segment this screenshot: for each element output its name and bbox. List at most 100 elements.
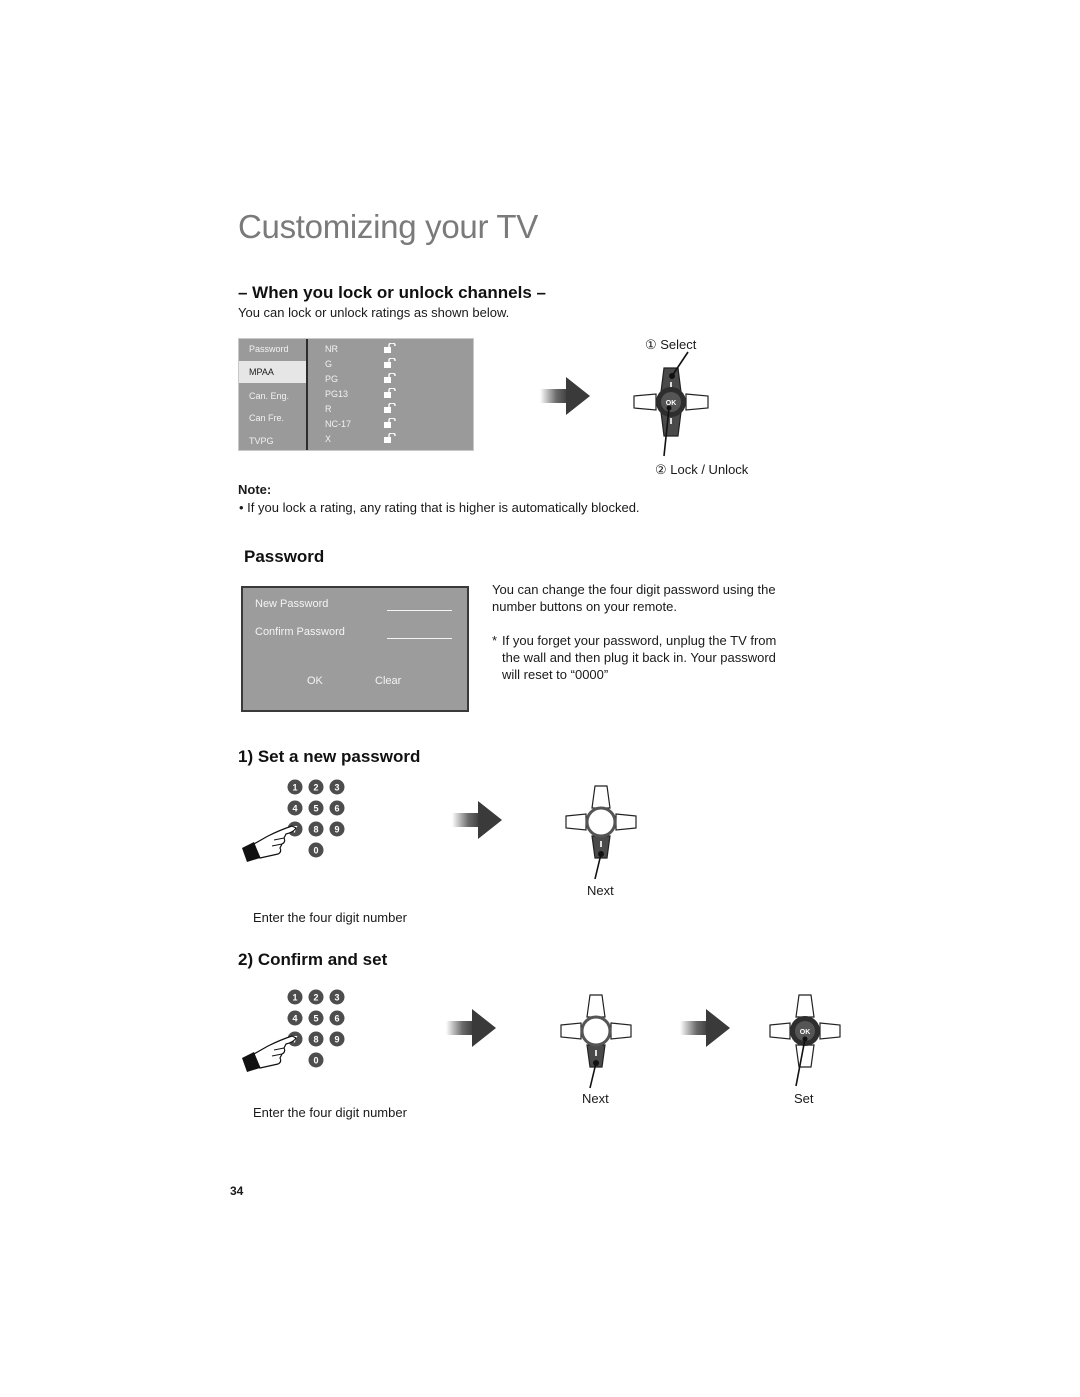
- password-footnote: If you forget your password, unplug the …: [502, 633, 777, 682]
- keypad-key-5[interactable]: 5: [308, 800, 324, 816]
- svg-text:9: 9: [334, 825, 339, 835]
- step1-keypad-caption: Enter the four digit number: [253, 910, 407, 925]
- keypad-svg: 1234567890: [242, 779, 345, 862]
- svg-text:6: 6: [334, 804, 339, 814]
- select-callout: ① Select: [645, 337, 697, 352]
- unlocked-padlock-icon[interactable]: [384, 403, 397, 413]
- right-arrow-icon: [446, 1009, 496, 1047]
- svg-text:6: 6: [334, 1014, 339, 1024]
- remote-dpad-icon: OK: [633, 351, 709, 457]
- svg-text:9: 9: [334, 1035, 339, 1045]
- keypad-key-3[interactable]: 3: [329, 989, 345, 1005]
- svg-text:2: 2: [313, 783, 318, 793]
- svg-text:0: 0: [313, 846, 318, 856]
- menu-divider: [306, 339, 308, 450]
- keypad-illustration: 1234567890: [240, 778, 350, 864]
- clear-button[interactable]: Clear: [375, 675, 401, 687]
- category-can-eng[interactable]: Can. Eng.: [239, 385, 306, 407]
- password-heading: Password: [244, 547, 325, 566]
- rating-nc17[interactable]: NC-17: [325, 419, 351, 429]
- page-title: Customizing your TV: [238, 208, 538, 245]
- footnote-marker: *: [492, 633, 498, 648]
- remote-dpad-ok-icon: OK: [769, 994, 841, 1087]
- rating-nr[interactable]: NR: [325, 344, 338, 354]
- pointing-hand-icon: [242, 825, 297, 862]
- confirm-password-label: Confirm Password: [255, 626, 345, 638]
- note-title: Note:: [238, 482, 272, 497]
- password-panel: New Password Confirm Password OK Clear: [241, 586, 469, 712]
- lock-section-intro: You can lock or unlock ratings as shown …: [238, 305, 510, 320]
- rating-g[interactable]: G: [325, 359, 332, 369]
- category-password[interactable]: Password: [239, 339, 306, 361]
- svg-text:0: 0: [313, 1056, 318, 1066]
- remote-dpad-next-icon: [565, 785, 637, 880]
- lock-section-heading: – When you lock or unlock channels –: [238, 283, 546, 302]
- ratings-menu: Password MPAA Can. Eng. Can Fre. TVPG NR…: [238, 338, 474, 451]
- ok-button[interactable]: OK: [307, 675, 323, 687]
- rating-pg13[interactable]: PG13: [325, 389, 348, 399]
- confirm-password-field[interactable]: [387, 638, 452, 639]
- keypad-key-8[interactable]: 8: [308, 821, 324, 837]
- keypad-key-9[interactable]: 9: [329, 1031, 345, 1047]
- step2-keypad-caption: Enter the four digit number: [253, 1105, 407, 1120]
- keypad-key-9[interactable]: 9: [329, 821, 345, 837]
- keypad-key-6[interactable]: 6: [329, 1010, 345, 1026]
- step2-heading: 2) Confirm and set: [238, 950, 388, 969]
- password-description: You can change the four digit password u…: [492, 582, 776, 614]
- keypad-key-0[interactable]: 0: [308, 1052, 324, 1068]
- keypad-key-2[interactable]: 2: [308, 989, 324, 1005]
- step2-set-caption: Set: [794, 1091, 814, 1106]
- svg-text:1: 1: [292, 783, 297, 793]
- right-arrow-icon: [452, 801, 502, 839]
- keypad-key-8[interactable]: 8: [308, 1031, 324, 1047]
- right-arrow-icon: [540, 377, 590, 415]
- unlocked-padlock-icon[interactable]: [384, 418, 397, 428]
- keypad-key-2[interactable]: 2: [308, 779, 324, 795]
- keypad-key-4[interactable]: 4: [287, 1010, 303, 1026]
- rating-x[interactable]: X: [325, 434, 331, 444]
- svg-text:5: 5: [313, 1014, 318, 1024]
- keypad-key-1[interactable]: 1: [287, 989, 303, 1005]
- pointing-hand-icon: [242, 1035, 297, 1072]
- ok-button-label: OK: [666, 400, 677, 407]
- note-text: • If you lock a rating, any rating that …: [239, 500, 640, 515]
- unlocked-padlock-icon[interactable]: [384, 343, 397, 353]
- new-password-field[interactable]: [387, 610, 452, 611]
- svg-text:5: 5: [313, 804, 318, 814]
- keypad-key-1[interactable]: 1: [287, 779, 303, 795]
- rating-pg[interactable]: PG: [325, 374, 338, 384]
- category-can-fre[interactable]: Can Fre.: [239, 407, 306, 429]
- keypad-svg: 1234567890: [242, 989, 345, 1072]
- category-tvpg[interactable]: TVPG: [239, 430, 306, 452]
- svg-text:3: 3: [334, 993, 339, 1003]
- unlocked-padlock-icon[interactable]: [384, 433, 397, 443]
- keypad-key-4[interactable]: 4: [287, 800, 303, 816]
- step2-next-caption: Next: [582, 1091, 609, 1106]
- keypad-key-0[interactable]: 0: [308, 842, 324, 858]
- remote-dpad-next-icon: [560, 994, 632, 1089]
- new-password-label: New Password: [255, 598, 329, 610]
- keypad-key-3[interactable]: 3: [329, 779, 345, 795]
- right-arrow-icon: [680, 1009, 730, 1047]
- svg-text:3: 3: [334, 783, 339, 793]
- rating-r[interactable]: R: [325, 404, 332, 414]
- svg-text:8: 8: [313, 1035, 318, 1045]
- category-mpaa[interactable]: MPAA: [239, 361, 306, 383]
- unlocked-padlock-icon[interactable]: [384, 373, 397, 383]
- ok-button-label: OK: [800, 1029, 811, 1036]
- svg-text:4: 4: [292, 1014, 297, 1024]
- lock-unlock-callout: ② Lock / Unlock: [655, 462, 749, 477]
- step1-next-caption: Next: [587, 883, 614, 898]
- keypad-key-6[interactable]: 6: [329, 800, 345, 816]
- svg-text:1: 1: [292, 993, 297, 1003]
- page-number: 34: [230, 1184, 244, 1198]
- svg-text:2: 2: [313, 993, 318, 1003]
- step1-heading: 1) Set a new password: [238, 747, 421, 766]
- keypad-illustration: 1234567890: [240, 988, 350, 1074]
- svg-text:8: 8: [313, 825, 318, 835]
- category-list: Password MPAA Can. Eng. Can Fre. TVPG: [239, 339, 306, 450]
- keypad-key-5[interactable]: 5: [308, 1010, 324, 1026]
- svg-text:4: 4: [292, 804, 297, 814]
- unlocked-padlock-icon[interactable]: [384, 388, 397, 398]
- unlocked-padlock-icon[interactable]: [384, 358, 397, 368]
